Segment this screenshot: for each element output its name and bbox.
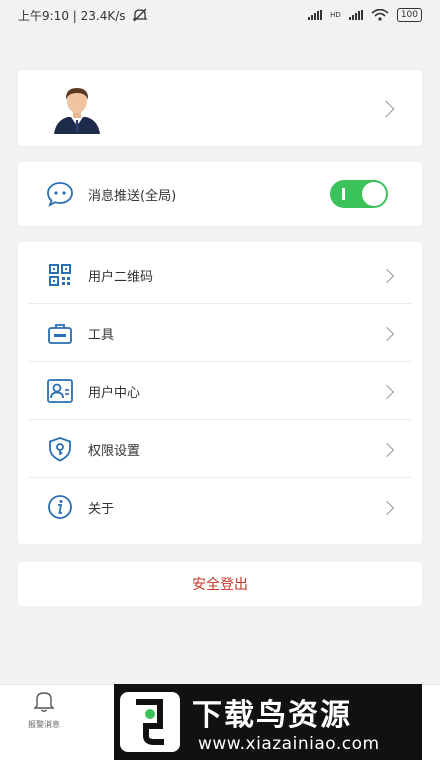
- logout-label: 安全登出: [192, 577, 248, 593]
- toggle-knob: [362, 182, 386, 206]
- chat-bubble-icon: [47, 182, 73, 207]
- wifi-icon: [371, 9, 389, 21]
- toggle-on-mark: [342, 188, 345, 200]
- push-label: 消息推送(全局): [88, 189, 177, 204]
- profile-card[interactable]: [18, 70, 422, 146]
- bird-logo-icon: [120, 692, 180, 752]
- chevron-right-icon: [379, 384, 395, 400]
- qr-code-icon: [49, 264, 71, 286]
- menu-item-label: 关于: [88, 502, 115, 517]
- status-right: HD 100: [308, 8, 422, 22]
- logout-button[interactable]: 安全登出: [18, 562, 422, 606]
- chevron-right-icon: [379, 442, 395, 458]
- status-bar: 上午9:10 | 23.4K/s HD 100: [0, 0, 440, 30]
- user-card-icon: [47, 379, 73, 403]
- chevron-right-icon: [379, 500, 395, 516]
- menu-item-tools[interactable]: 工具: [18, 304, 422, 362]
- chevron-right-icon: [379, 326, 395, 342]
- menu-item-label: 用户中心: [88, 386, 141, 401]
- mute-icon: [131, 8, 148, 22]
- nav-alert-label: 报警消息: [28, 720, 60, 729]
- watermark-title: 下载鸟资源: [192, 698, 352, 733]
- signal-icon-2: [348, 10, 363, 20]
- menu-item-label: 工具: [88, 328, 115, 343]
- status-time: 上午9:10 | 23.4K/s: [18, 8, 126, 23]
- menu-item-about[interactable]: 关于: [18, 478, 422, 536]
- toolbox-icon: [48, 324, 72, 344]
- menu-card: 用户二维码 工具 用户中心 权限设置 关于: [18, 242, 422, 544]
- nav-item-alerts[interactable]: 报警消息: [22, 689, 66, 730]
- chevron-right-icon: [379, 268, 395, 284]
- status-left: 上午9:10 | 23.4K/s: [18, 7, 148, 24]
- info-icon: [48, 495, 72, 519]
- signal-icon: [308, 10, 323, 20]
- push-card: 消息推送(全局): [18, 162, 422, 226]
- watermark-url: www.xiazainiao.com: [198, 734, 380, 754]
- push-toggle[interactable]: [330, 180, 388, 208]
- network-badge: HD: [330, 11, 341, 19]
- menu-item-label: 权限设置: [88, 444, 141, 459]
- battery-indicator: 100: [396, 8, 422, 22]
- bell-icon: [33, 692, 55, 712]
- shield-key-icon: [49, 437, 71, 462]
- menu-item-qr-code[interactable]: 用户二维码: [18, 246, 422, 304]
- user-avatar-icon: [54, 88, 100, 134]
- chevron-right-icon: [377, 100, 395, 118]
- menu-item-user-center[interactable]: 用户中心: [18, 362, 422, 420]
- menu-item-permissions[interactable]: 权限设置: [18, 420, 422, 478]
- menu-item-label: 用户二维码: [88, 270, 154, 285]
- watermark-banner: 下载鸟资源 www.xiazainiao.com: [114, 684, 422, 760]
